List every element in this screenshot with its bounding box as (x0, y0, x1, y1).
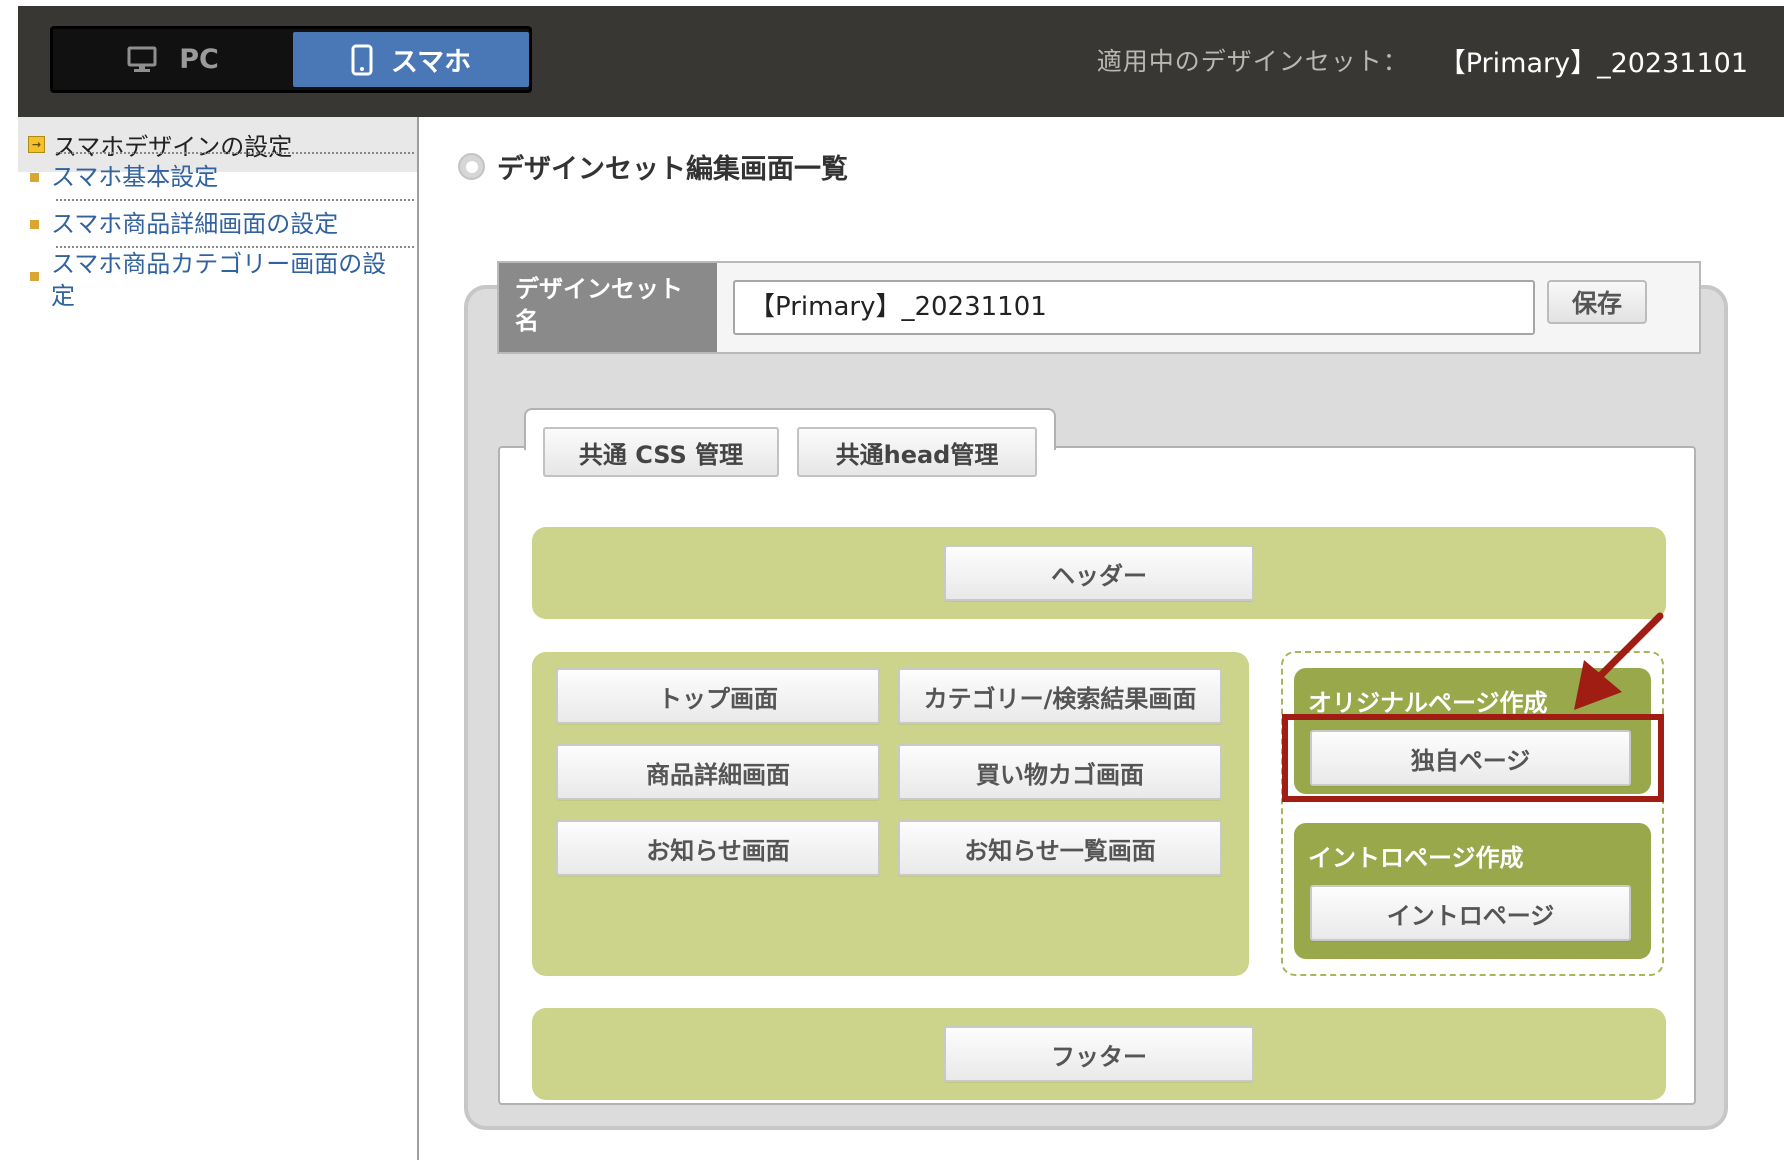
design-set-name-row: デザインセット 名 【Primary】_20231101 保存 (497, 261, 1701, 354)
category-search-page-button[interactable]: カテゴリー/検索結果画面 (898, 668, 1222, 724)
cart-page-button[interactable]: 買い物カゴ画面 (898, 744, 1222, 800)
monitor-icon (127, 46, 157, 72)
sidebar-item-label: スマホ基本設定 (51, 163, 219, 191)
annotation-highlight-box (1282, 714, 1664, 802)
name-label-line2: 名 (515, 307, 539, 335)
smartphone-tab[interactable]: スマホ (293, 32, 529, 87)
annotation-arrow-icon (1574, 612, 1664, 710)
sidebar-item-basic-settings[interactable]: スマホ基本設定 (18, 161, 417, 193)
sidebar: → スマホデザインの設定 スマホ基本設定 スマホ商品詳細画面の設定 スマホ商品カ… (18, 117, 419, 1160)
applied-set-value: 【Primary】_20231101 (1438, 47, 1748, 79)
circle-icon (458, 153, 485, 180)
intro-page-button[interactable]: イントロページ (1310, 885, 1631, 941)
sidebar-item-label-line2: 定 (51, 282, 75, 310)
page: PC スマホ 適用中のデザインセット： 【Primary】_20231101 →… (0, 0, 1784, 1160)
arrow-right-icon: → (28, 136, 45, 153)
design-set-name-input[interactable]: 【Primary】_20231101 (733, 280, 1535, 335)
sidebar-item-label-line1: スマホ商品カテゴリー画面の設 (51, 250, 387, 278)
news-page-button[interactable]: お知らせ画面 (556, 820, 880, 876)
design-set-name-label: デザインセット 名 (499, 263, 717, 352)
product-detail-page-button[interactable]: 商品詳細画面 (556, 744, 880, 800)
intro-page-section-title: イントロページ作成 (1308, 844, 1524, 872)
sidebar-item-label: スマホ商品カテゴリー画面の設 定 (51, 248, 386, 312)
sidebar-item-product-detail[interactable]: スマホ商品詳細画面の設定 (18, 208, 417, 240)
sidebar-item-category[interactable]: スマホ商品カテゴリー画面の設 定 (18, 248, 417, 312)
common-head-button[interactable]: 共通head管理 (797, 427, 1037, 477)
applied-set-label: 適用中のデザインセット： (1096, 47, 1409, 76)
footer-button[interactable]: フッター (944, 1026, 1254, 1082)
applied-design-set: 適用中のデザインセット： 【Primary】_20231101 (1097, 38, 1748, 82)
device-switch: PC スマホ (50, 26, 532, 93)
page-title: デザインセット編集画面一覧 (458, 147, 848, 186)
bullet-icon (30, 272, 39, 281)
name-label-line1: デザインセット (515, 275, 683, 303)
page-title-text: デザインセット編集画面一覧 (497, 154, 848, 185)
pc-tab[interactable]: PC (53, 29, 293, 90)
save-button[interactable]: 保存 (1547, 280, 1647, 324)
header-button[interactable]: ヘッダー (944, 545, 1254, 601)
bullet-icon (30, 173, 39, 182)
sidebar-heading-label: スマホデザインの設定 (53, 133, 293, 161)
common-css-button[interactable]: 共通 CSS 管理 (543, 427, 779, 477)
bullet-icon (30, 220, 39, 229)
original-page-section-title: オリジナルページ作成 (1308, 689, 1548, 717)
pc-label: PC (179, 44, 219, 75)
divider (56, 152, 414, 154)
sidebar-item-label: スマホ商品詳細画面の設定 (51, 210, 339, 238)
news-list-page-button[interactable]: お知らせ一覧画面 (898, 820, 1222, 876)
top-bar: PC スマホ 適用中のデザインセット： 【Primary】_20231101 (18, 6, 1784, 117)
smartphone-label: スマホ (390, 47, 472, 78)
smartphone-icon (351, 44, 373, 75)
divider (56, 199, 414, 201)
top-page-button[interactable]: トップ画面 (556, 668, 880, 724)
